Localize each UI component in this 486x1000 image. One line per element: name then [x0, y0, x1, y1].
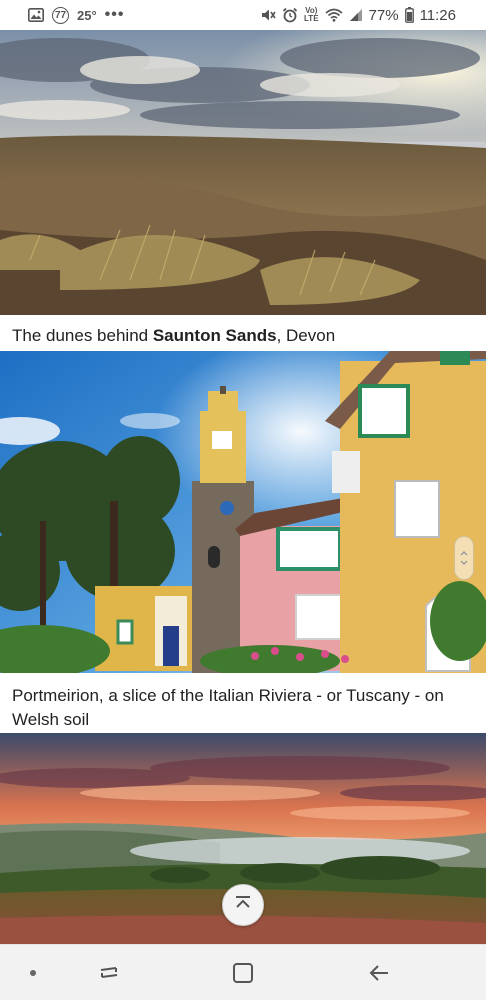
caption-text-suffix: , Devon — [276, 326, 336, 345]
dunes-caption: The dunes behind Saunton Sands, Devon — [12, 324, 474, 348]
alarm-icon — [282, 7, 298, 23]
notification-badge: 77 — [52, 6, 69, 24]
sand-dunes-photo[interactable] — [0, 30, 486, 315]
portmeirion-caption: Portmeirion, a slice of the Italian Rivi… — [12, 686, 444, 729]
status-bar: 77 25° ••• Vo) LTE 77% 11:26 — [0, 0, 486, 30]
more-notifications-icon: ••• — [104, 6, 125, 23]
mute-icon — [260, 7, 276, 23]
dot-icon[interactable] — [18, 959, 48, 987]
portmeirion-tower-photo[interactable] — [0, 351, 486, 673]
caption-text: The dunes behind — [12, 326, 153, 345]
battery-icon — [404, 7, 414, 23]
temperature-text: 25° — [77, 7, 97, 23]
status-bar-right: Vo) LTE 77% 11:26 — [260, 0, 456, 30]
scroll-handle[interactable] — [454, 536, 474, 580]
scroll-to-top-button[interactable] — [222, 884, 264, 926]
chevron-up-bar-icon — [234, 895, 252, 916]
caption-bold-place: Saunton Sands — [152, 326, 277, 345]
status-bar-left: 77 25° ••• — [28, 0, 124, 30]
home-icon[interactable] — [228, 959, 258, 987]
navigation-bar — [0, 944, 486, 1000]
clock: 11:26 — [419, 6, 456, 24]
wifi-icon — [324, 8, 343, 22]
battery-percent: 77% — [368, 6, 399, 24]
back-icon[interactable] — [364, 959, 394, 987]
volte-icon: Vo) LTE — [304, 6, 319, 23]
gallery-icon — [28, 8, 44, 22]
signal-icon — [349, 8, 363, 22]
recents-icon[interactable] — [94, 959, 124, 987]
